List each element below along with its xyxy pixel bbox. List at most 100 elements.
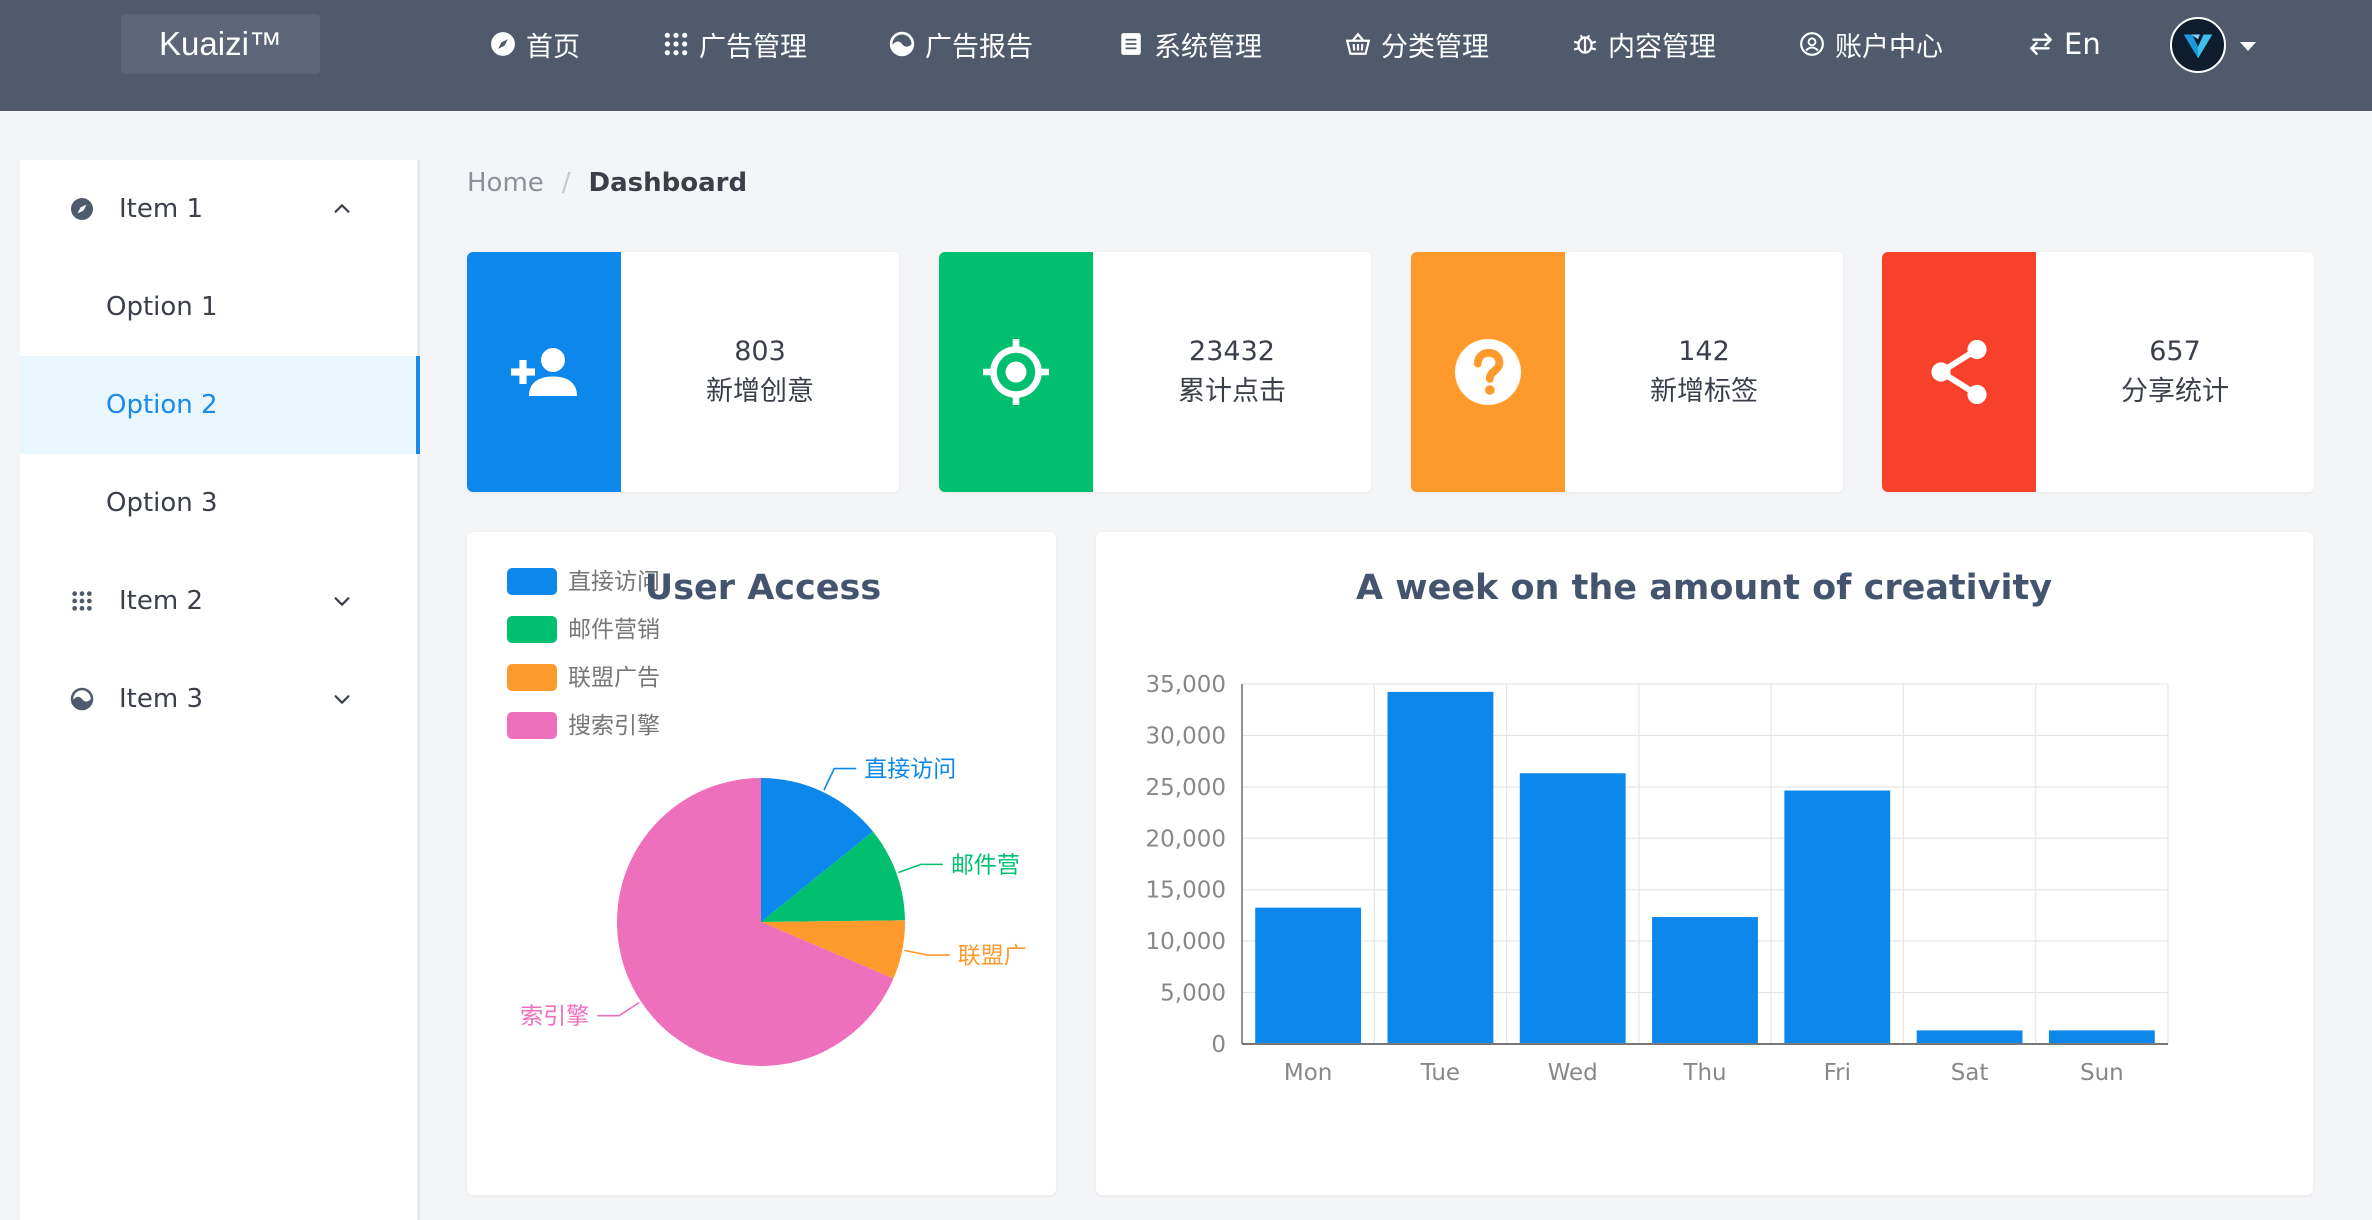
nav-ad-report[interactable]: 广告报告 <box>889 22 1033 66</box>
pie-slice-label: 邮件营 <box>951 852 1020 878</box>
y-tick-label: 0 <box>1211 1032 1226 1058</box>
legend-label[interactable]: 搜索引擎 <box>568 713 660 739</box>
legend-swatch[interactable] <box>507 712 557 739</box>
bug-icon <box>1573 34 1597 54</box>
sidebar-item-2-label: Item 2 <box>119 586 203 616</box>
user-avatar[interactable] <box>2170 17 2226 73</box>
nav-system-management[interactable]: 系统管理 <box>1118 22 1262 66</box>
breadcrumb-separator: / <box>561 168 571 198</box>
sidebar-item-3-label: Item 3 <box>119 684 203 714</box>
sidebar-option-1-label: Option 1 <box>106 292 218 322</box>
sidebar: Item 1 Option 1 Option 2 Option 3 Item 2… <box>20 160 420 1220</box>
stat-icon-box <box>467 252 621 492</box>
bar-chart-title: A week on the amount of creativity <box>1356 568 2052 608</box>
compass-icon <box>491 32 515 56</box>
stat-icon-box <box>1882 252 2036 492</box>
stat-value: 803 <box>734 336 786 367</box>
breadcrumb: Home / Dashboard <box>467 163 747 203</box>
sidebar-option-2-label: Option 2 <box>106 390 218 420</box>
pie-slice-label: 索引擎 <box>520 1004 589 1030</box>
bar[interactable] <box>1519 773 1626 1044</box>
stat-value: 142 <box>1678 336 1730 367</box>
stat-value: 657 <box>2149 336 2201 367</box>
stat-card-total-clicks[interactable]: 23432 累计点击 <box>939 252 1371 492</box>
nav-category-management-label: 分类管理 <box>1381 31 1489 63</box>
stat-label: 分享统计 <box>2121 376 2229 407</box>
y-tick-label: 15,000 <box>1146 878 1226 904</box>
sidebar-item-1[interactable]: Item 1 <box>20 160 417 258</box>
stat-label: 新增创意 <box>706 376 814 407</box>
legend-label[interactable]: 邮件营销 <box>568 617 660 643</box>
breadcrumb-home[interactable]: Home <box>467 168 544 198</box>
stat-icon-box <box>939 252 1093 492</box>
swap-icon <box>2030 33 2052 55</box>
pie-icon <box>889 31 915 57</box>
bar[interactable] <box>1916 1030 2023 1044</box>
y-tick-label: 25,000 <box>1146 775 1226 801</box>
y-tick-label: 20,000 <box>1146 826 1226 852</box>
nav-account-center-label: 账户中心 <box>1835 31 1943 63</box>
pie-label-line <box>898 863 943 874</box>
account-icon <box>1800 32 1824 56</box>
sidebar-item-3[interactable]: Item 3 <box>20 650 417 748</box>
x-tick-label: Thu <box>1682 1060 1726 1086</box>
y-tick-label: 30,000 <box>1146 723 1226 749</box>
sidebar-item-1-label: Item 1 <box>119 194 203 224</box>
bar[interactable] <box>1387 691 1494 1044</box>
stat-card-new-tags[interactable]: 142 新增标签 <box>1411 252 1843 492</box>
share-icon <box>1931 339 1987 405</box>
bar[interactable] <box>1784 790 1891 1044</box>
stat-label: 新增标签 <box>1650 376 1758 407</box>
nav-content-management-label: 内容管理 <box>1608 31 1716 63</box>
top-navbar: Kuaizi™ 首页 广告管理 广告报告 系统管理 分类管理 内容管理 账户中心… <box>0 0 2372 111</box>
y-tick-label: 35,000 <box>1146 672 1226 698</box>
legend-swatch[interactable] <box>507 616 557 643</box>
x-tick-label: Sat <box>1951 1060 1989 1086</box>
nav-ad-report-label: 广告报告 <box>925 31 1033 63</box>
stat-icon-box <box>1411 252 1565 492</box>
chevron-up-icon <box>330 197 354 221</box>
sidebar-option-3-label: Option 3 <box>106 488 218 518</box>
user-access-panel: 直接访问 邮件营销 联盟广告 搜索引擎 User Access 直接访问 邮件营 联盟广索… <box>467 532 1056 1195</box>
y-tick-label: 10,000 <box>1146 929 1226 955</box>
stat-card-shares[interactable]: 657 分享统计 <box>1882 252 2314 492</box>
bar[interactable] <box>1652 917 1758 1044</box>
bar[interactable] <box>1255 907 1362 1044</box>
target-icon <box>983 339 1049 405</box>
legend-swatch[interactable] <box>507 568 557 595</box>
apps-grid-icon <box>70 589 94 613</box>
nav-ad-management[interactable]: 广告管理 <box>663 22 807 66</box>
creativity-panel: A week on the amount of creativity 0 5,00… <box>1096 532 2313 1195</box>
creativity-bar-chart: A week on the amount of creativity 0 5,00… <box>1146 568 2169 1086</box>
user-menu-caret[interactable] <box>2236 34 2260 58</box>
nav-system-management-label: 系统管理 <box>1154 31 1262 63</box>
pie-slice-label: 联盟广 <box>958 943 1027 969</box>
nav-content-management[interactable]: 内容管理 <box>1572 22 1716 66</box>
chevron-down-icon <box>330 687 354 711</box>
compass-icon <box>70 197 94 221</box>
pie-label-line <box>904 949 950 956</box>
sidebar-option-3[interactable]: Option 3 <box>20 454 417 552</box>
x-tick-label: Tue <box>1420 1060 1460 1086</box>
help-circle-icon <box>1455 339 1521 405</box>
stat-value: 23432 <box>1189 336 1275 367</box>
x-tick-label: Fri <box>1824 1060 1851 1086</box>
brand-logo[interactable]: Kuaizi™ <box>121 14 320 74</box>
add-user-icon <box>511 348 577 396</box>
bar[interactable] <box>2048 1030 2155 1044</box>
nav-category-management[interactable]: 分类管理 <box>1345 22 1489 66</box>
sidebar-item-2[interactable]: Item 2 <box>20 552 417 650</box>
sidebar-option-2[interactable]: Option 2 <box>20 356 420 454</box>
y-tick-label: 5,000 <box>1160 981 1226 1007</box>
x-tick-label: Sun <box>2080 1060 2124 1086</box>
sidebar-option-1[interactable]: Option 1 <box>20 258 417 356</box>
nav-account-center[interactable]: 账户中心 <box>1799 22 1943 66</box>
x-tick-label: Mon <box>1284 1060 1333 1086</box>
legend-swatch[interactable] <box>507 664 557 691</box>
language-switch[interactable]: En <box>2028 22 2101 66</box>
nav-home[interactable]: 首页 <box>490 22 580 66</box>
language-switch-label: En <box>2064 27 2101 61</box>
stat-card-new-creatives[interactable]: 803 新增创意 <box>467 252 899 492</box>
legend-label[interactable]: 联盟广告 <box>568 665 660 691</box>
x-tick-label: Wed <box>1548 1060 1598 1086</box>
